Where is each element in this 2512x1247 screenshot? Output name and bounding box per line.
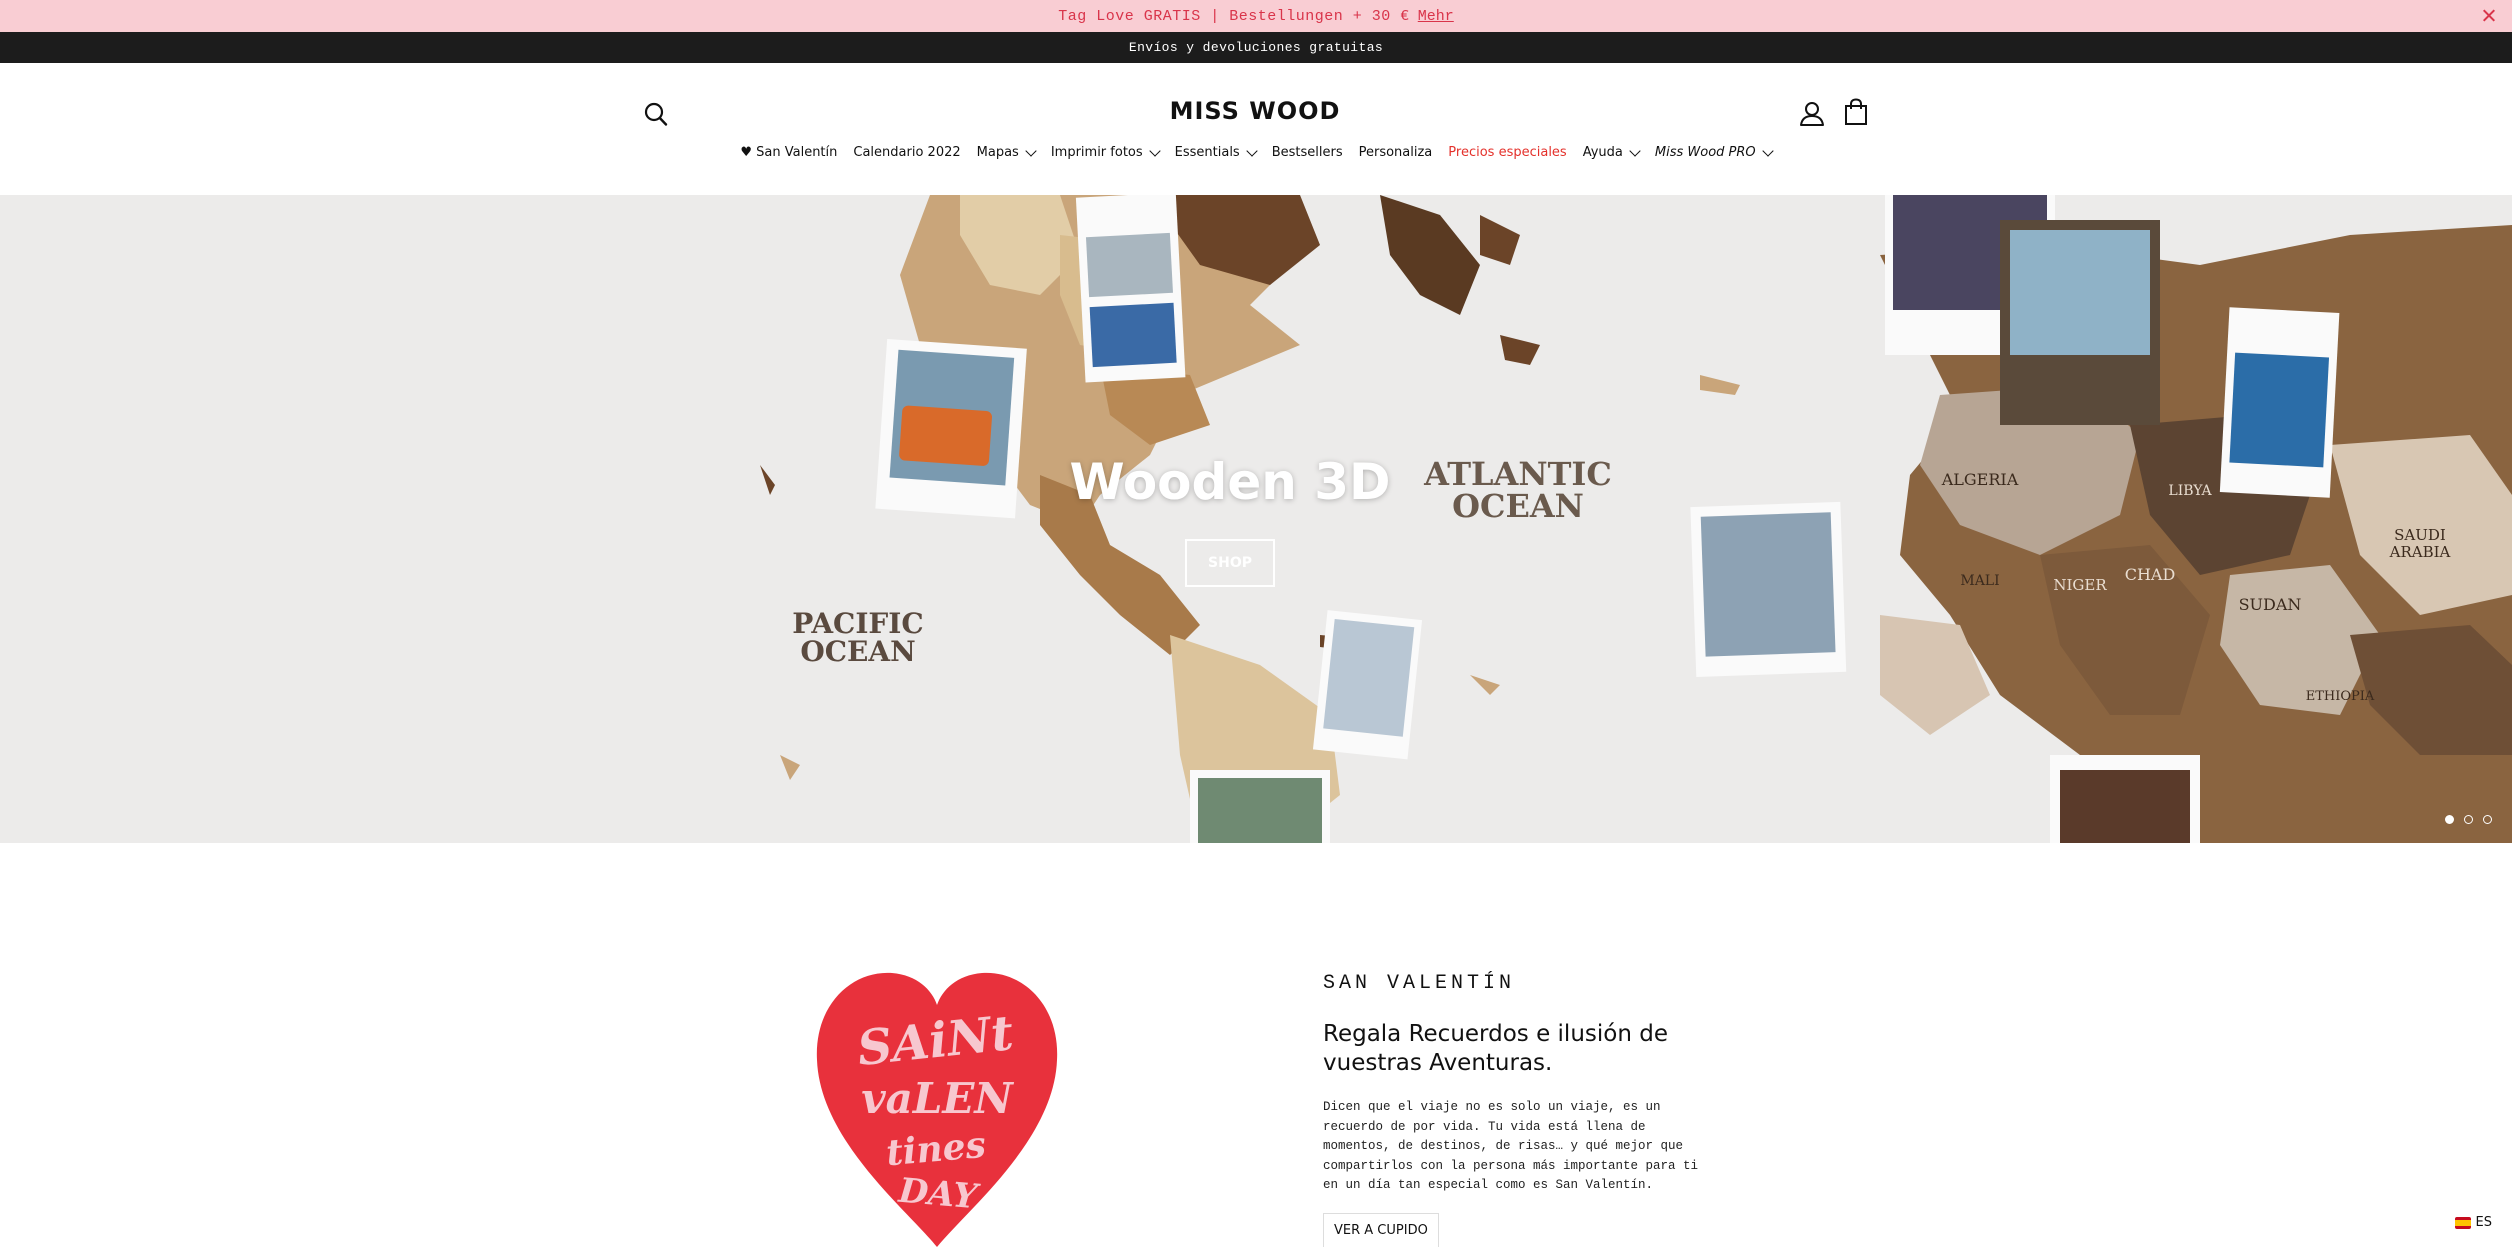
promo-text: Tag Love GRATIS | Bestellungen + 30 € (1058, 7, 1410, 25)
section-body: Dicen que el viaje no es solo un viaje, … (1323, 1100, 1699, 1192)
chevron-down-icon (1025, 144, 1037, 157)
nav-item-miss-wood-pro[interactable]: Miss Wood PRO (1647, 144, 1780, 160)
language-label: ES (2475, 1215, 2492, 1230)
ver-a-cupido-button[interactable]: VER A CUPIDO (1323, 1213, 1439, 1247)
hero-title: Wooden 3D (1069, 453, 1391, 511)
saint-valentines-heart-image: SAiNt vaLEN tines DAY (812, 965, 1062, 1247)
nav-item-ayuda[interactable]: Ayuda (1575, 144, 1647, 160)
svg-text:SUDAN: SUDAN (2239, 595, 2302, 614)
section-heading: Regala Recuerdos e ilusión de vuestras A… (1323, 1021, 1668, 1076)
cart-icon[interactable] (1841, 97, 1871, 127)
nav-item-san-valentin[interactable]: ♥ San Valentín (732, 145, 845, 160)
hero-world-map-image: ATLANTIC OCEAN PACIFIC OCEAN ALGERIA CHA… (0, 195, 2512, 843)
shipping-info-text: Envíos y devoluciones gratuitas (1128, 40, 1384, 55)
chevron-down-icon (1629, 144, 1641, 157)
svg-text:OCEAN: OCEAN (1452, 487, 1584, 525)
account-icon[interactable] (1797, 99, 1827, 129)
svg-text:NIGER: NIGER (2053, 576, 2107, 594)
site-header: MISS WOOD ♥ San Valentín Calendario 2022… (0, 63, 2512, 195)
svg-text:ARABIA: ARABIA (2389, 543, 2451, 561)
slide-dot-2[interactable] (2464, 815, 2473, 824)
svg-text:LIBYA: LIBYA (2168, 483, 2212, 499)
svg-text:tines: tines (884, 1124, 987, 1175)
chevron-down-icon (1246, 144, 1258, 157)
svg-text:OCEAN: OCEAN (800, 635, 915, 668)
svg-text:SAUDI: SAUDI (2394, 526, 2446, 544)
nav-item-essentials[interactable]: Essentials (1167, 144, 1264, 160)
language-selector[interactable]: ES (2454, 1215, 2492, 1230)
nav-item-calendario[interactable]: Calendario 2022 (845, 145, 968, 160)
slide-dot-1[interactable] (2445, 815, 2454, 824)
promo-more-link[interactable]: Mehr (1418, 8, 1454, 25)
chevron-down-icon (1761, 144, 1774, 157)
svg-text:ETHIOPIA: ETHIOPIA (2306, 689, 2375, 704)
hero-shop-button[interactable]: SHOP (1185, 539, 1275, 587)
promo-bar: Tag Love GRATIS | Bestellungen + 30 € Me… (0, 0, 2512, 32)
nav-item-personaliza[interactable]: Personaliza (1351, 145, 1441, 160)
svg-text:MALI: MALI (1960, 573, 1999, 589)
hero-slideshow: ATLANTIC OCEAN PACIFIC OCEAN ALGERIA CHA… (0, 195, 2512, 843)
svg-text:CHAD: CHAD (2125, 565, 2176, 584)
slideshow-dots (2445, 815, 2492, 824)
close-icon[interactable] (2478, 5, 2500, 27)
nav-item-mapas[interactable]: Mapas (969, 144, 1043, 160)
nav-item-precios-especiales[interactable]: Precios especiales (1440, 145, 1574, 160)
shipping-info-bar: Envíos y devoluciones gratuitas (0, 32, 2512, 63)
main-nav: ♥ San Valentín Calendario 2022 Mapas Imp… (0, 144, 2512, 160)
svg-text:DAY: DAY (896, 1171, 981, 1218)
svg-text:ALGERIA: ALGERIA (1941, 470, 2019, 489)
section-kicker: SAN VALENTÍN (1323, 972, 1516, 995)
site-logo[interactable]: MISS WOOD (1100, 97, 1410, 125)
svg-text:vaLEN: vaLEN (861, 1074, 1014, 1123)
nav-item-imprimir-fotos[interactable]: Imprimir fotos (1043, 144, 1167, 160)
chevron-down-icon (1148, 144, 1161, 157)
nav-item-bestsellers[interactable]: Bestsellers (1264, 145, 1351, 160)
spain-flag-icon (2454, 1216, 2471, 1229)
slide-dot-3[interactable] (2483, 815, 2492, 824)
search-icon[interactable] (640, 99, 672, 131)
